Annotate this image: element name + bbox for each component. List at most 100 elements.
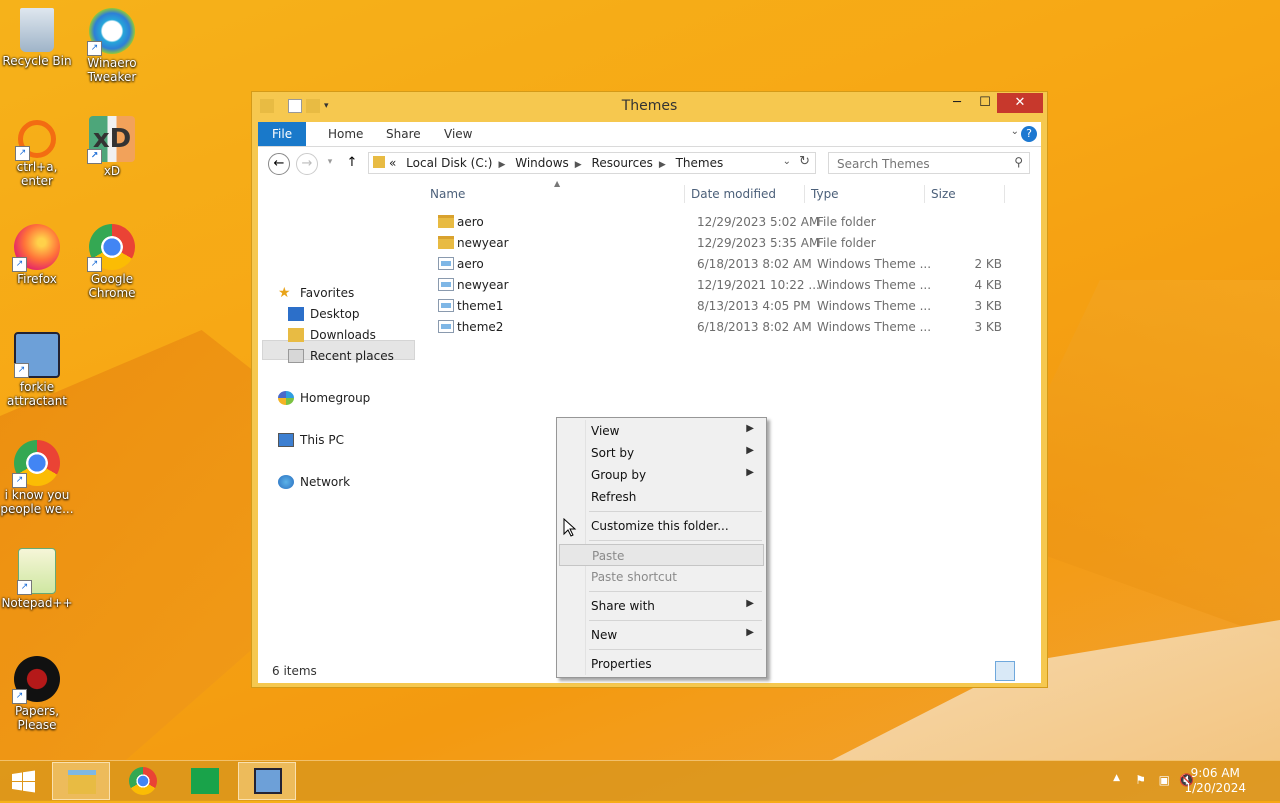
column-divider[interactable] (924, 185, 925, 203)
menu-item-paste[interactable]: Paste (559, 544, 764, 566)
recent-locations-icon[interactable]: ▾ (320, 153, 340, 173)
desktop-icon-papers-please[interactable]: ↗ Papers, Please (0, 656, 74, 732)
menu-item-new[interactable]: New ▶ (559, 624, 764, 646)
desktop-icon-label: forkie attractant (6, 380, 68, 408)
file-size: 3 KB (974, 299, 1002, 313)
menu-label: Share with (591, 599, 655, 613)
chevron-down-icon[interactable]: ⌄ (1011, 126, 1019, 137)
recycle-bin-icon (20, 8, 54, 52)
close-button[interactable]: ✕ (997, 93, 1043, 113)
nav-desktop[interactable]: Desktop (288, 304, 360, 324)
desktop-icon-winaero[interactable]: ↗ Winaero Tweaker (75, 8, 149, 84)
nav-favorites[interactable]: ★ Favorites (278, 283, 354, 303)
taskbar-chrome[interactable] (114, 762, 172, 800)
menu-item-sort-by[interactable]: Sort by ▶ (559, 442, 764, 464)
column-divider[interactable] (1004, 185, 1005, 203)
file-name: theme2 (457, 320, 504, 334)
submenu-arrow-icon: ▶ (746, 467, 754, 478)
column-type[interactable]: Type (811, 187, 839, 201)
breadcrumb-resources[interactable]: Resources (592, 156, 653, 170)
clock-time: 9:06 AM (1190, 766, 1240, 780)
back-button[interactable]: ← (268, 153, 290, 175)
forward-button[interactable]: → (296, 153, 318, 175)
clock[interactable]: 9:06 AM 1/20/2024 (1184, 766, 1246, 796)
help-icon[interactable]: ? (1021, 126, 1037, 142)
taskbar-app[interactable] (238, 762, 296, 800)
menu-label: Paste shortcut (591, 570, 677, 584)
nav-homegroup[interactable]: Homegroup (278, 388, 370, 408)
navigation-bar: ← → ▾ ↑ « Local Disk (C:) ▶ Windows ▶ Reso… (258, 147, 1041, 179)
file-size: 2 KB (974, 257, 1002, 271)
desktop-icon-xd[interactable]: xD ↗ xD (75, 116, 149, 178)
file-type: Windows Theme ... (817, 299, 932, 313)
context-menu: View ▶ Sort by ▶ Group by ▶ Refresh Cust… (556, 417, 767, 678)
nav-network[interactable]: Network (278, 472, 350, 492)
menu-item-view[interactable]: View ▶ (559, 420, 764, 442)
menu-item-share-with[interactable]: Share with ▶ (559, 595, 764, 617)
desktop-icon-recycle-bin[interactable]: Recycle Bin (0, 8, 74, 68)
details-view-icon[interactable] (995, 661, 1015, 681)
menu-item-group-by[interactable]: Group by ▶ (559, 464, 764, 486)
desktop-icon (288, 307, 304, 321)
column-divider[interactable] (804, 185, 805, 203)
desktop-icon-notepadpp[interactable]: ↗ Notepad++ (0, 548, 74, 610)
show-hidden-icons[interactable]: ▲ (1113, 773, 1120, 783)
file-type: Windows Theme ... (817, 257, 932, 271)
tab-file[interactable]: File (258, 122, 307, 146)
maximize-button[interactable]: ☐ (971, 93, 999, 113)
tab-view[interactable]: View (430, 122, 486, 146)
menu-item-properties[interactable]: Properties (559, 653, 764, 675)
computer-gears-icon (254, 768, 282, 794)
tab-home[interactable]: Home (314, 122, 377, 146)
address-bar[interactable]: « Local Disk (C:) ▶ Windows ▶ Resources ▶ T… (368, 152, 816, 174)
search-box[interactable]: ⚲ (828, 152, 1030, 174)
search-icon[interactable]: ⚲ (1014, 155, 1023, 169)
breadcrumb-local-disk[interactable]: Local Disk (C:) (406, 156, 492, 170)
address-dropdown-icon[interactable]: ⌄ (783, 156, 791, 167)
column-size[interactable]: Size (931, 187, 956, 201)
nav-this-pc[interactable]: This PC (278, 430, 344, 450)
title-bar[interactable]: ▾ Themes ─ ☐ ✕ (252, 92, 1047, 122)
table-row[interactable]: theme2 6/18/2013 8:02 AM Windows Theme .… (428, 317, 1028, 337)
table-row[interactable]: aero 6/18/2013 8:02 AM Windows Theme ...… (428, 254, 1028, 274)
file-name: newyear (457, 278, 509, 292)
breadcrumb: « Local Disk (C:) ▶ Windows ▶ Resources ▶ T… (389, 156, 729, 170)
taskbar-file-explorer[interactable] (52, 762, 110, 800)
breadcrumb-windows[interactable]: Windows (515, 156, 569, 170)
desktop-icon-ctrl-a[interactable]: ↗ ctrl+a, enter (0, 116, 74, 188)
shortcut-arrow-icon: ↗ (12, 473, 27, 488)
table-row[interactable]: aero 12/29/2023 5:02 AM File folder (428, 212, 1028, 232)
up-button[interactable]: ↑ (342, 153, 362, 173)
flag-icon[interactable]: ⚑ (1135, 773, 1146, 787)
table-row[interactable]: newyear 12/29/2023 5:35 AM File folder (428, 233, 1028, 253)
shortcut-arrow-icon: ↗ (12, 689, 27, 704)
nav-downloads[interactable]: Downloads (288, 325, 376, 345)
breadcrumb-themes[interactable]: Themes (676, 156, 724, 170)
network-icon (278, 475, 294, 489)
table-row[interactable]: newyear 12/19/2021 10:22 ... Windows The… (428, 275, 1028, 295)
column-divider[interactable] (684, 185, 685, 203)
tab-share[interactable]: Share (372, 122, 435, 146)
desktop-icon-chrome-link[interactable]: ↗ i know you people we... (0, 440, 74, 516)
refresh-icon[interactable]: ↻ (799, 154, 810, 169)
menu-item-refresh[interactable]: Refresh (559, 486, 764, 508)
column-date-modified[interactable]: Date modified (691, 187, 776, 201)
large-icons-view-icon[interactable] (1017, 661, 1037, 681)
search-input[interactable] (835, 156, 1009, 172)
desktop-icon-chrome[interactable]: ↗ Google Chrome (75, 224, 149, 300)
network-status-icon[interactable]: ▣ (1159, 773, 1170, 787)
desktop-icon-firefox[interactable]: ↗ Firefox (0, 224, 74, 286)
start-button[interactable] (0, 762, 48, 800)
table-row[interactable]: theme1 8/13/2013 4:05 PM Windows Theme .… (428, 296, 1028, 316)
breadcrumb-overflow[interactable]: « (389, 156, 396, 170)
menu-item-paste-shortcut[interactable]: Paste shortcut (559, 566, 764, 588)
desktop-icon-forkie[interactable]: ↗ forkie attractant (0, 332, 74, 408)
nav-recent-places[interactable]: Recent places (288, 346, 394, 366)
clock-date: 1/20/2024 (1184, 781, 1246, 795)
taskbar-store[interactable] (176, 762, 234, 800)
minimize-button[interactable]: ─ (943, 93, 971, 113)
menu-separator (589, 649, 762, 650)
menu-item-customize[interactable]: Customize this folder... (559, 515, 764, 537)
nav-label: This PC (300, 433, 344, 447)
column-name[interactable]: Name (430, 187, 465, 201)
